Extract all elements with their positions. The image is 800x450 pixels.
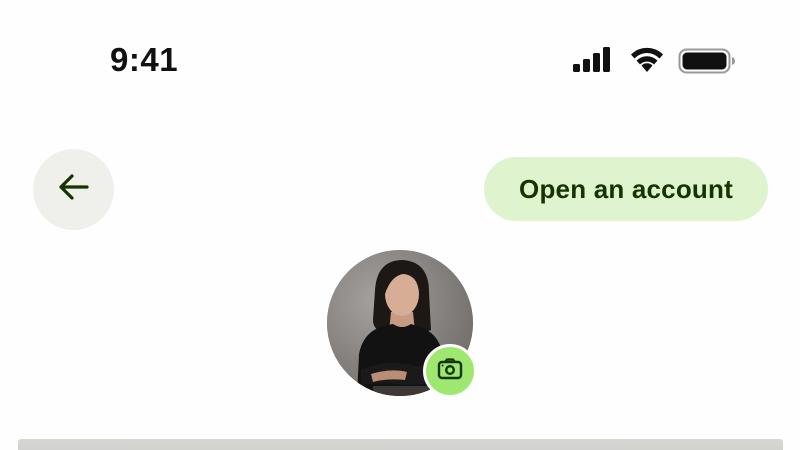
battery-icon: [678, 48, 736, 74]
wifi-icon: [628, 45, 666, 73]
camera-icon: [437, 357, 463, 385]
content-card-edge: [18, 439, 783, 450]
back-button[interactable]: [33, 149, 114, 230]
screen: 9:41 Open an account: [0, 0, 800, 450]
change-photo-button[interactable]: [423, 344, 477, 398]
open-account-button[interactable]: Open an account: [484, 157, 768, 221]
signal-icon: [572, 46, 614, 72]
status-time: 9:41: [110, 41, 179, 78]
arrow-left-icon: [54, 167, 94, 212]
status-icons: [572, 44, 737, 76]
